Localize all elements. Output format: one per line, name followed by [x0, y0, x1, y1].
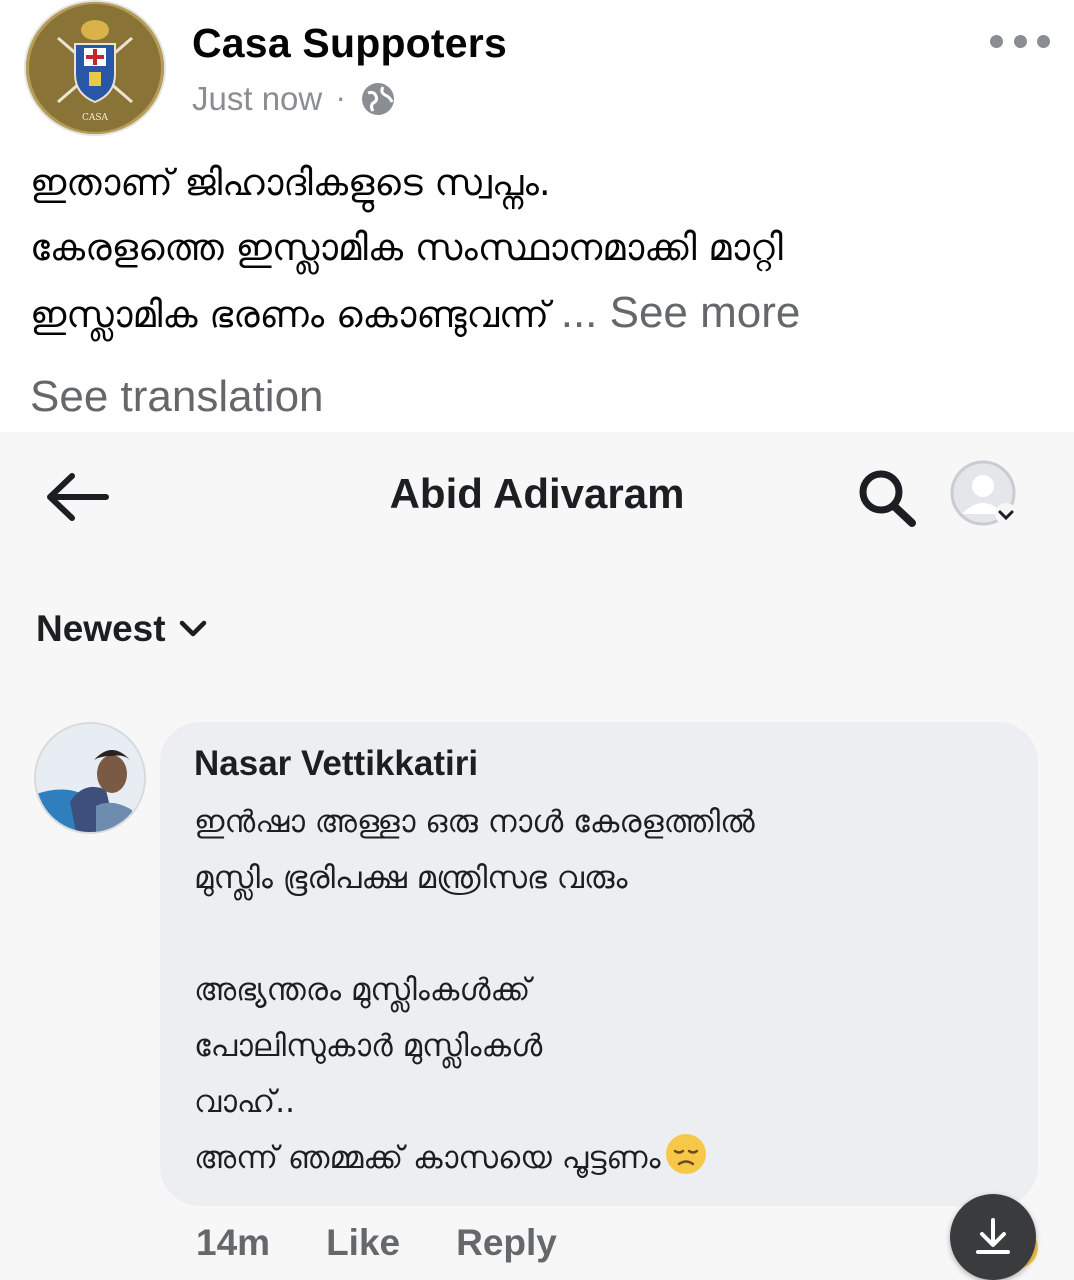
see-translation-link[interactable]: See translation — [30, 372, 324, 422]
comment-line: അന്ന് ഞമ്മക്ക് കാസയെ പൂട്ടണം — [194, 1140, 661, 1176]
reply-button: Reply — [456, 1222, 557, 1263]
meta-separator: · — [336, 82, 346, 116]
casa-logo: CASA — [31, 4, 159, 132]
post-text-line-content: ഇസ്ലാമിക ഭരണം കൊണ്ടുവന്ന് — [30, 293, 549, 336]
post-text-line: കേരളത്തെ ഇസ്ലാമിക സംസ്ഥാനമാക്കി മാറ്റി — [30, 226, 783, 269]
casa-logo-text: CASA — [82, 113, 109, 123]
profile-icon — [950, 460, 1017, 526]
comment-line: അഭ്യന്തരം മുസ്ലിംകൾക്ക് — [194, 972, 531, 1008]
comment-actions: 14m Like Reply — [196, 1222, 557, 1264]
see-more-link[interactable]: ... See more — [561, 288, 801, 337]
commenter-avatar — [36, 724, 144, 832]
chevron-down-icon — [179, 620, 206, 637]
shared-screenshot[interactable]: Abid Adivaram Newest Nasar Vettikkatiri … — [0, 432, 1074, 1280]
more-dot — [1037, 34, 1050, 48]
comment-bubble: Nasar Vettikkatiri ഇൻഷാ അള്ളാ ഒരു നാൾ കേ… — [160, 722, 1038, 1206]
sort-dropdown: Newest — [36, 608, 208, 650]
comment-blank-line — [194, 906, 1024, 962]
more-dot — [990, 34, 1003, 48]
post-text: ഇതാണ് ജിഹാദികളുടെ സ്വപ്നം. കേരളത്തെ ഇസ്ല… — [30, 150, 1050, 347]
sad-emoji-icon — [666, 1134, 707, 1174]
post-timestamp[interactable]: Just now — [192, 80, 322, 118]
post-header: CASA Casa Suppoters Just now · — [0, 0, 1074, 140]
commenter-photo — [36, 724, 144, 832]
like-button: Like — [326, 1222, 401, 1263]
more-dot — [1013, 34, 1027, 48]
download-button[interactable] — [950, 1194, 1036, 1280]
comment-line: മുസ്ലിം ഭൂരിപക്ഷ മന്ത്രിസഭ വരും — [194, 860, 628, 896]
post-meta: Just now · — [192, 80, 397, 118]
post-text-line: ഇസ്ലാമിക ഭരണം കൊണ്ടുവന്ന് ... See more — [30, 280, 1050, 347]
download-icon — [976, 1218, 1010, 1254]
comment-line-last: അന്ന് ഞമ്മക്ക് കാസയെ പൂട്ടണം — [194, 1130, 1024, 1186]
comment-line: വാഹ്.. — [194, 1084, 295, 1120]
globe-icon — [362, 83, 395, 115]
comment-line: ഇൻഷാ അള്ളാ ഒരു നാൾ കേരളത്തിൽ — [194, 804, 755, 840]
page-avatar[interactable]: CASA — [26, 2, 164, 134]
page-name[interactable]: Casa Suppoters — [192, 20, 507, 67]
comment-text: ഇൻഷാ അള്ളാ ഒരു നാൾ കേരളത്തിൽ മുസ്ലിം ഭൂര… — [194, 794, 1024, 1186]
comment-time: 14m — [196, 1222, 271, 1263]
search-icon — [859, 470, 916, 527]
commenter-name: Nasar Vettikkatiri — [194, 744, 479, 783]
sort-label: Newest — [36, 608, 166, 649]
more-options-icon[interactable] — [990, 30, 1050, 52]
post-text-line: ഇതാണ് ജിഹാദികളുടെ സ്വപ്നം. — [30, 161, 551, 204]
comment-line: പോലിസുകാർ മുസ്ലിംകൾ — [194, 1028, 543, 1064]
